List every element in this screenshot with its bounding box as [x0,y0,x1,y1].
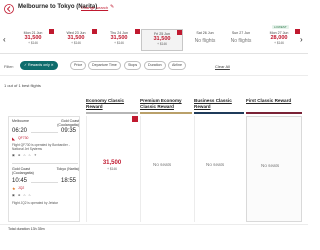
seg2-departure-time: 10:45 [12,178,28,184]
fare-cell-business: No seats [194,116,244,222]
airline-logo-icon: ★ [12,186,16,191]
prev-dates-arrow-icon[interactable]: ‹ [3,35,6,44]
column-header-economy[interactable]: Economy Classic Reward [86,98,138,110]
fare-cell-premium-economy: No seats [140,116,192,222]
filter-label: Filter: [4,64,14,69]
seg1-origin: Melbourne [12,119,29,123]
seg1-arrival-time: 09:35 [61,128,77,134]
premium-column-bar [140,112,192,114]
filter-chip-airline[interactable]: Airline [168,61,186,70]
reward-flag-icon [177,30,182,35]
date-cell[interactable]: Mon 21 Jun 31,500 + $146 [12,29,54,51]
total-duration: Total duration 13h 35m [8,227,45,231]
next-dates-arrow-icon[interactable]: › [300,35,303,44]
column-header-business[interactable]: Business Classic Reward [194,98,244,110]
column-header-first[interactable]: First Classic Reward [246,98,302,104]
date-cell[interactable]: Thu 24 Jun 31,500 + $146 [98,29,140,51]
amenity-icons: ▣ ⊕ ⌂ ♨ ✈ [12,153,38,157]
reward-flag-icon [49,29,54,34]
reward-flag-icon [92,29,97,34]
divider [0,53,308,54]
fare-cell-economy[interactable]: 31,500 + $146 [86,116,138,222]
seg2-origin: Gold Coast (Coolangatta) [12,167,34,175]
seg2-path-line [31,182,58,183]
column-header-premium-economy[interactable]: Premium Economy Classic Reward [140,98,192,110]
flight-card[interactable]: Melbourne Gold Coast (Coolangatta) 06:20… [8,116,80,222]
economy-fee: + $146 [107,167,117,171]
seg1-operator-note: Flight QF730 is operated by Bonbardier -… [12,143,70,151]
amenity-icons: ▣ ⊕ ⌂ ♨ [12,193,33,197]
date-cell[interactable]: Wed 23 Jun 31,500 + $146 [55,29,97,51]
airline-logo-icon: ◣ [12,136,16,141]
seg1-departure-time: 06:20 [12,128,28,134]
clear-all-link[interactable]: Clear All [215,64,230,69]
back-arrow-icon[interactable] [4,4,14,14]
divider [0,224,308,225]
close-icon[interactable]: ✕ [50,63,54,67]
seg1-destination: Gold Coast (Coolangatta) [57,119,79,127]
economy-points: 31,500 [102,160,122,166]
divider [0,75,308,76]
seg2-arrival-time: 18:55 [61,178,77,184]
date-cell[interactable]: LOWEST Mon 27 Jun 28,000 + $146 [258,25,300,51]
seg1-path-line [31,132,58,133]
economy-column-bar [86,112,138,114]
segment-divider [12,163,78,164]
fare-cell-first: No seats [246,116,302,222]
reward-flag-icon [135,29,140,34]
seg1-flight-number[interactable]: QF730 [18,136,28,140]
business-column-bar [194,112,244,114]
first-column-bar [246,112,302,114]
filter-chip-departure-time[interactable]: Departure Time [88,61,121,70]
reward-flag-icon [132,116,138,122]
seg2-destination: Tokyo (Narita) [56,167,79,171]
pencil-icon[interactable]: ✎ [110,4,114,10]
results-count: 1 out of 1 best flights [4,83,41,88]
lowest-badge: LOWEST [272,25,289,29]
date-cell-selected[interactable]: Fri 25 Jun 31,500 + $146 [141,29,183,51]
seg2-flight-number[interactable]: JQ2 [18,186,24,190]
seg2-operator-note: Flight JQ2 is operated by Jetstar [12,201,58,205]
filter-chip-stops[interactable]: Stops [124,61,142,70]
change-search-link[interactable]: Change search [81,5,108,10]
filter-chip-price[interactable]: Price [70,61,87,70]
reward-flag-icon [295,29,300,34]
filter-chip-rewards-only[interactable]: ✓ Rewards only ✕ [20,61,58,70]
date-cell[interactable]: Sun 27 Jun No flights [220,29,262,51]
filter-chip-duration[interactable]: Duration [144,61,166,70]
